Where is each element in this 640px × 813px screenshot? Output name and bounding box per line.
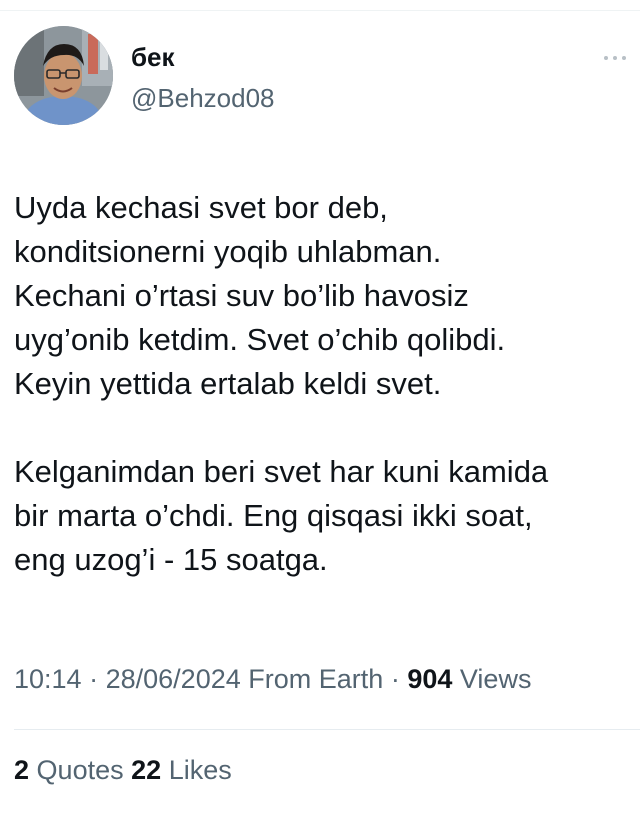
views-count: 904 bbox=[407, 664, 453, 694]
more-horizontal-icon[interactable] bbox=[604, 54, 626, 62]
tweet-header: бек @Behzod08 bbox=[14, 26, 626, 132]
author-display-name[interactable]: бек bbox=[131, 42, 175, 73]
top-divider bbox=[0, 10, 640, 11]
tweet-time[interactable]: 10:14 bbox=[14, 664, 82, 694]
avatar-image bbox=[14, 26, 113, 125]
likes-label: Likes bbox=[168, 755, 232, 785]
quotes-label: Quotes bbox=[36, 755, 124, 785]
meta-separator: · bbox=[89, 664, 99, 694]
author-handle[interactable]: @Behzod08 bbox=[131, 83, 275, 114]
tweet-text: Uyda kechasi svet bor deb, konditsionern… bbox=[14, 186, 626, 582]
likes-link[interactable]: 22 Likes bbox=[131, 755, 232, 785]
likes-count: 22 bbox=[131, 755, 162, 785]
tweet-stats: 2 Quotes 22 Likes bbox=[14, 755, 232, 786]
tweet-source: From Earth bbox=[248, 664, 384, 694]
tweet-meta: 10:14 · 28/06/2024 From Earth · 904 View… bbox=[14, 664, 640, 695]
meta-separator: · bbox=[390, 664, 400, 694]
quotes-link[interactable]: 2 Quotes bbox=[14, 755, 131, 785]
tweet-paragraph: Uyda kechasi svet bor deb, konditsionern… bbox=[14, 190, 506, 401]
tweet-date[interactable]: 28/06/2024 bbox=[106, 664, 241, 694]
stats-divider bbox=[14, 729, 640, 730]
quotes-count: 2 bbox=[14, 755, 30, 785]
tweet-paragraph: Kelganimdan beri svet har kuni kamida bi… bbox=[14, 454, 549, 577]
views-label: Views bbox=[459, 664, 532, 694]
avatar[interactable] bbox=[14, 26, 113, 125]
